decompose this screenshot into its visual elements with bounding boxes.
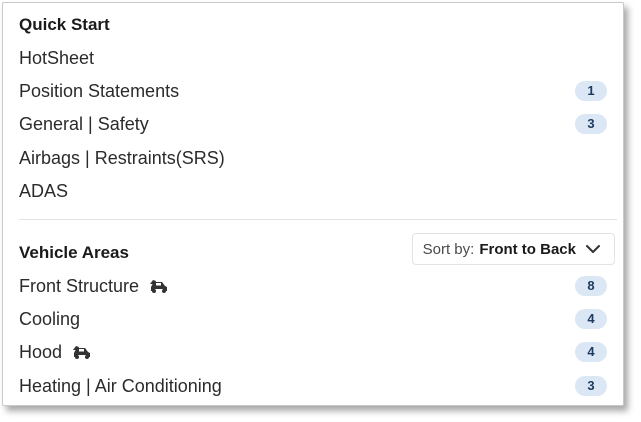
list-item-label: General | Safety [19, 113, 149, 134]
list-item-label: ADAS [19, 180, 69, 201]
chevron-down-icon [586, 245, 600, 253]
car-damage-icon [73, 346, 91, 359]
list-item-label: Airbags | Restraints(SRS) [19, 147, 225, 168]
count-badge: 4 [575, 309, 607, 329]
quick-start-item-adas[interactable]: ADAS [19, 178, 607, 204]
sort-prefix-label: Sort by: [422, 240, 475, 258]
list-item-label: Hood [19, 341, 63, 362]
vehicle-area-item-cooling[interactable]: Cooling 4 [19, 306, 607, 332]
list-item-label: HotSheet [19, 47, 95, 68]
vehicle-areas-title: Vehicle Areas [19, 243, 129, 262]
count-badge: 3 [575, 114, 607, 134]
count-badge: 3 [575, 376, 607, 396]
count-badge: 8 [575, 276, 607, 296]
quick-start-item-general-safety[interactable]: General | Safety 3 [19, 111, 607, 137]
quick-start-item-position-statements[interactable]: Position Statements 1 [19, 78, 607, 104]
quick-start-item-airbags-restraints[interactable]: Airbags | Restraints(SRS) [19, 145, 607, 171]
list-item-label: Heating | Air Conditioning [19, 375, 222, 396]
car-damage-icon [150, 280, 168, 293]
section-divider [19, 219, 617, 220]
quick-start-item-hotsheet[interactable]: HotSheet [19, 45, 607, 71]
list-item-label: Position Statements [19, 80, 180, 101]
list-item-label: Cooling [19, 308, 81, 329]
quick-start-title: Quick Start [19, 15, 110, 34]
count-badge: 4 [575, 342, 607, 362]
count-badge: 1 [575, 81, 607, 101]
vehicle-area-item-front-structure[interactable]: Front Structure 8 [19, 273, 607, 299]
list-item-label: Front Structure [19, 275, 140, 296]
vehicle-area-item-heating-air-conditioning[interactable]: Heating | Air Conditioning 3 [19, 373, 607, 399]
vehicle-area-item-hood[interactable]: Hood 4 [19, 339, 607, 365]
sort-selected-value: Front to Back [479, 240, 576, 258]
sort-dropdown[interactable]: Sort by: Front to Back [411, 233, 615, 265]
navigation-panel: Quick Start HotSheet Position Statements… [2, 2, 624, 406]
